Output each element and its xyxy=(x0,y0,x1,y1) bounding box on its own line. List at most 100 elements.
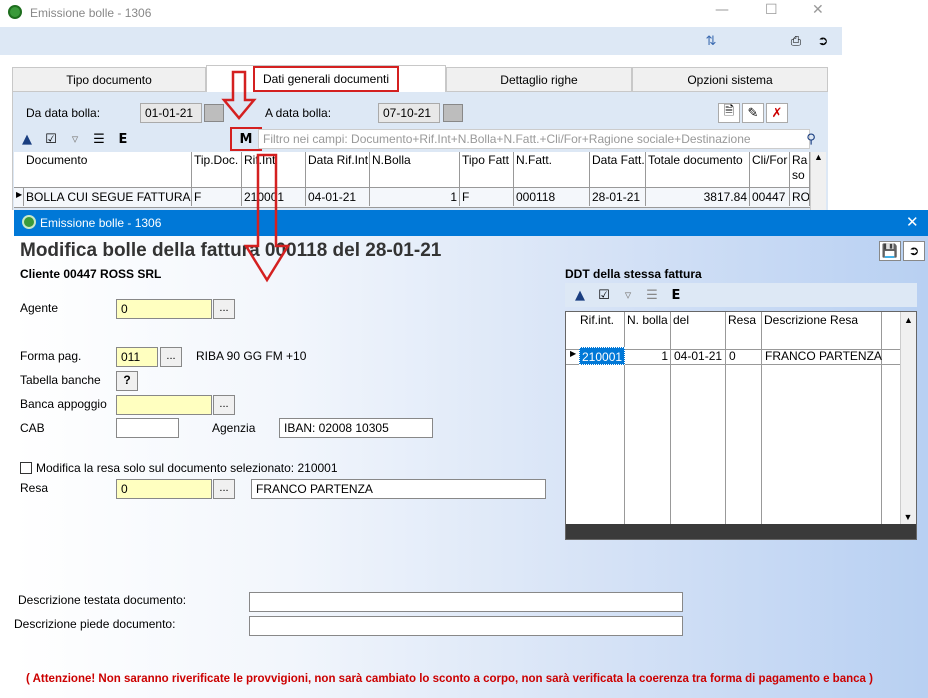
maximize-icon[interactable]: ☐ xyxy=(765,2,778,18)
banca-appoggio-lookup-button[interactable]: ... xyxy=(213,395,235,415)
ddt-scrollbar[interactable]: ▲ ▼ xyxy=(900,312,916,524)
main-window-title: Emissione bolle - 1306 xyxy=(30,6,152,20)
delete-document-icon[interactable]: ✗ xyxy=(766,103,788,123)
col-data-rif-int[interactable]: Data Rif.Int xyxy=(306,152,370,188)
agente-lookup-button[interactable]: ... xyxy=(213,299,235,319)
export-excel-icon[interactable]: E xyxy=(112,129,134,149)
top-toolbar: ⇅ ⎙ ➲ xyxy=(0,27,842,55)
cell-data-rif-int: 04-01-21 xyxy=(306,188,370,206)
from-date-input[interactable]: 01-01-21 xyxy=(140,103,202,123)
ddt-scroll-down-icon[interactable]: ▼ xyxy=(901,512,915,522)
desc-testata-input[interactable] xyxy=(249,592,683,612)
search-icon[interactable]: ⚲ xyxy=(800,129,822,149)
columns-icon[interactable]: ☰ xyxy=(88,129,110,149)
ddt-col-line-2 xyxy=(625,350,671,525)
ddt-row-indicator-icon: ▶ xyxy=(570,349,577,358)
from-calendar-icon[interactable] xyxy=(204,104,224,122)
forma-pag-lookup-button[interactable]: ... xyxy=(160,347,182,367)
move-up-icon[interactable]: ▲ xyxy=(16,129,38,149)
cell-n-fatt: 000118 xyxy=(514,188,590,206)
resa-label: Resa xyxy=(20,481,49,495)
resa-lookup-button[interactable]: ... xyxy=(213,479,235,499)
col-n-fatt[interactable]: N.Fatt. xyxy=(514,152,590,188)
save-icon[interactable]: 💾 xyxy=(879,241,901,261)
cell-documento: BOLLA CUI SEGUE FATTURA xyxy=(26,188,192,206)
col-data-fatt[interactable]: Data Fatt. xyxy=(590,152,646,188)
tabella-banche-button[interactable]: ? xyxy=(116,371,138,391)
col-n-bolla[interactable]: N.Bolla xyxy=(370,152,460,188)
col-totale[interactable]: Totale documento xyxy=(646,152,750,188)
to-date-input[interactable]: 07-10-21 xyxy=(378,103,440,123)
banca-appoggio-input[interactable] xyxy=(116,395,212,415)
ddt-cell-resa: 0 xyxy=(729,349,736,363)
col-cli-for[interactable]: Cli/For xyxy=(750,152,790,188)
cell-totale: 3817.84 xyxy=(646,188,750,206)
ddt-check-list-icon[interactable]: ☑ xyxy=(593,285,615,305)
filter-icon[interactable]: ▿ xyxy=(64,129,86,149)
ddt-col-del[interactable]: del xyxy=(671,312,726,350)
forma-pag-description: RIBA 90 GG FM +10 xyxy=(196,349,307,363)
tab-dettaglio-righe[interactable]: Dettaglio righe xyxy=(446,67,632,92)
modifica-resa-checkbox[interactable] xyxy=(20,462,32,474)
ddt-move-up-icon[interactable]: ▲ xyxy=(569,285,591,305)
dialog-close-icon[interactable]: ✕ xyxy=(906,213,919,231)
ddt-col-resa[interactable]: Resa xyxy=(726,312,762,350)
desc-piede-label: Descrizione piede documento: xyxy=(14,617,176,631)
close-icon[interactable]: ✕ xyxy=(812,2,824,18)
grid-toolbar: ▲ ☑ ▿ ☰ E M Filtro nei campi: Documento+… xyxy=(14,127,826,151)
ddt-col-descrizione-resa[interactable]: Descrizione Resa xyxy=(762,312,882,350)
col-documento[interactable]: Documento xyxy=(24,152,192,188)
ddt-export-excel-icon[interactable]: E xyxy=(665,285,687,305)
ddt-cell-descrizione-resa: FRANCO PARTENZA xyxy=(765,349,882,363)
col-tip-doc[interactable]: Tip.Doc. xyxy=(192,152,242,188)
tab-tipo-documento[interactable]: Tipo documento xyxy=(12,67,206,92)
modifica-resa-label: Modifica la resa solo sul documento sele… xyxy=(36,461,338,475)
cell-ragione-sociale: RO xyxy=(792,188,810,206)
forma-pag-input[interactable]: 011 xyxy=(116,347,158,367)
cliente-label: Cliente 00447 ROSS SRL xyxy=(20,267,162,281)
filter-input[interactable]: Filtro nei campi: Documento+Rif.Int+N.Bo… xyxy=(258,129,810,149)
to-date-label: A data bolla: xyxy=(265,106,332,120)
cab-input[interactable] xyxy=(116,418,179,438)
scroll-up-icon[interactable]: ▲ xyxy=(811,152,826,162)
from-date-label: Da data bolla: xyxy=(26,106,101,120)
cell-tip-doc: F xyxy=(192,188,242,206)
ddt-filter-icon[interactable]: ▿ xyxy=(617,285,639,305)
to-calendar-icon[interactable] xyxy=(443,104,463,122)
table-row[interactable]: ▶ 210001 1 04-01-21 0 FRANCO PARTENZA xyxy=(566,346,900,365)
ddt-columns-icon[interactable]: ☰ xyxy=(641,285,663,305)
cell-cli-for: 00447 xyxy=(750,188,790,206)
col-rif-int[interactable]: Rif.Int xyxy=(242,152,306,188)
cell-data-fatt: 28-01-21 xyxy=(590,188,646,206)
check-list-icon[interactable]: ☑ xyxy=(40,129,62,149)
banca-appoggio-label: Banca appoggio xyxy=(20,397,107,411)
table-row[interactable]: ▶ BOLLA CUI SEGUE FATTURA F 210001 04-01… xyxy=(14,188,810,208)
edit-document-icon[interactable]: ✎ xyxy=(742,103,764,123)
ddt-hscrollbar[interactable] xyxy=(566,524,916,539)
col-tipo-fatt[interactable]: Tipo Fatt xyxy=(460,152,514,188)
tab-opzioni-sistema[interactable]: Opzioni sistema xyxy=(632,67,828,92)
refresh-icon[interactable]: ⇅ xyxy=(700,31,722,51)
grid-scrollbar[interactable]: ▲ xyxy=(810,152,826,210)
desc-piede-input[interactable] xyxy=(249,616,683,636)
ddt-col-line-3 xyxy=(671,350,726,525)
ddt-col-line-5 xyxy=(762,350,882,525)
agente-input[interactable]: 0 xyxy=(116,299,212,319)
desc-testata-label: Descrizione testata documento: xyxy=(18,593,187,607)
minimize-icon[interactable]: — xyxy=(715,2,729,18)
iban-field: IBAN: 02008 10305 xyxy=(279,418,433,438)
row-indicator-icon: ▶ xyxy=(14,188,24,206)
ddt-col-rif-int[interactable]: Rif.int. xyxy=(578,312,625,350)
ddt-scroll-up-icon[interactable]: ▲ xyxy=(901,312,916,325)
new-document-icon[interactable]: 🗎 xyxy=(718,103,740,123)
exit-icon[interactable]: ➲ xyxy=(812,31,834,51)
col-ragione-sociale[interactable]: Ra so xyxy=(790,152,810,188)
tab-dati-generali[interactable]: Dati generali documenti xyxy=(206,65,446,92)
dialog-title-bar: Emissione bolle - 1306 xyxy=(14,210,928,236)
ddt-toolbar: ▲ ☑ ▿ ☰ E xyxy=(565,283,917,307)
dialog-exit-icon[interactable]: ➲ xyxy=(903,241,925,261)
print-icon[interactable]: ⎙ xyxy=(785,31,807,51)
ddt-col-n-bolla[interactable]: N. bolla xyxy=(625,312,671,350)
resa-input[interactable]: 0 xyxy=(116,479,212,499)
resa-description-field: FRANCO PARTENZA xyxy=(251,479,546,499)
